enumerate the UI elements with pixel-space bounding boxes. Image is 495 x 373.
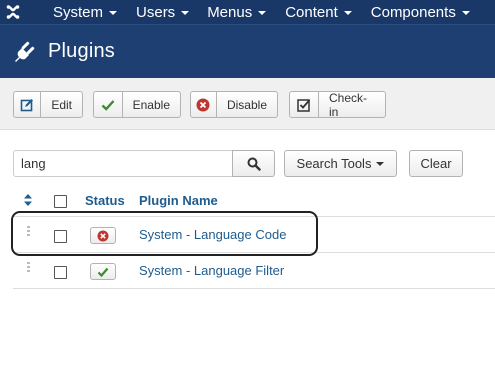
drag-handle-icon[interactable] bbox=[27, 262, 31, 276]
chevron-down-icon bbox=[461, 10, 470, 15]
table-header: Status Plugin Name bbox=[13, 186, 495, 217]
plugin-name-link[interactable]: System - Language Filter bbox=[139, 263, 284, 278]
menu-users-label: Users bbox=[136, 3, 176, 21]
table-row: System - Language Code bbox=[13, 217, 495, 253]
plugin-name-link[interactable]: System - Language Code bbox=[139, 227, 286, 242]
menu-users[interactable]: Users bbox=[136, 0, 190, 24]
sort-icon[interactable] bbox=[23, 193, 33, 207]
clear-button[interactable]: Clear bbox=[409, 150, 463, 177]
search-tools-button[interactable]: Search Tools bbox=[284, 150, 397, 177]
disable-button[interactable]: Disable bbox=[190, 91, 278, 118]
page-header: Plugins bbox=[0, 24, 495, 78]
menu-menus[interactable]: Menus bbox=[207, 0, 267, 24]
status-toggle-button[interactable] bbox=[90, 263, 116, 280]
chevron-down-icon bbox=[376, 161, 385, 166]
plugin-name-column-header[interactable]: Plugin Name bbox=[139, 193, 218, 208]
chevron-down-icon bbox=[181, 10, 190, 15]
checkin-label: Check-in bbox=[329, 90, 368, 119]
menu-system[interactable]: System bbox=[53, 0, 118, 24]
menu-content[interactable]: Content bbox=[285, 0, 352, 24]
disable-circle-icon bbox=[191, 92, 217, 117]
edit-label: Edit bbox=[51, 97, 72, 112]
edit-icon bbox=[14, 92, 42, 117]
enable-button[interactable]: Enable bbox=[93, 91, 181, 118]
chevron-down-icon bbox=[109, 10, 118, 15]
checkin-checkbox-icon bbox=[290, 92, 319, 117]
toolbar: Edit Enable Disable Check-in bbox=[0, 78, 495, 130]
chevron-down-icon bbox=[343, 10, 352, 15]
plug-icon bbox=[12, 39, 38, 65]
page-title: Plugins bbox=[48, 40, 115, 62]
enable-label: Enable bbox=[132, 97, 170, 112]
search-tools-label: Search Tools bbox=[296, 156, 372, 171]
edit-button[interactable]: Edit bbox=[13, 91, 83, 118]
menu-system-label: System bbox=[53, 3, 104, 21]
disable-label: Disable bbox=[226, 97, 267, 112]
select-all-checkbox[interactable] bbox=[54, 195, 67, 208]
row-checkbox[interactable] bbox=[54, 266, 67, 279]
plugins-table: Status Plugin Name System - Language Cod… bbox=[13, 186, 495, 289]
drag-handle-icon[interactable] bbox=[27, 226, 31, 240]
status-toggle-button[interactable] bbox=[90, 227, 116, 244]
check-icon bbox=[94, 92, 123, 117]
enabled-check-icon bbox=[97, 267, 109, 277]
clear-label: Clear bbox=[420, 156, 452, 171]
search-input[interactable] bbox=[13, 150, 233, 177]
search-icon bbox=[247, 157, 261, 171]
top-navbar: System Users Menus Content Components bbox=[0, 0, 495, 24]
chevron-down-icon bbox=[258, 10, 267, 15]
joomla-logo-icon[interactable] bbox=[0, 0, 26, 24]
menu-components-label: Components bbox=[370, 3, 456, 21]
table-row: System - Language Filter bbox=[13, 253, 495, 289]
status-column-header[interactable]: Status bbox=[85, 193, 125, 208]
menu-menus-label: Menus bbox=[207, 3, 253, 21]
disabled-status-icon bbox=[97, 230, 109, 241]
menu-components[interactable]: Components bbox=[371, 0, 470, 24]
row-checkbox[interactable] bbox=[54, 230, 67, 243]
checkin-button[interactable]: Check-in bbox=[289, 90, 386, 119]
search-button[interactable] bbox=[232, 150, 275, 177]
menu-content-label: Content bbox=[285, 3, 338, 21]
